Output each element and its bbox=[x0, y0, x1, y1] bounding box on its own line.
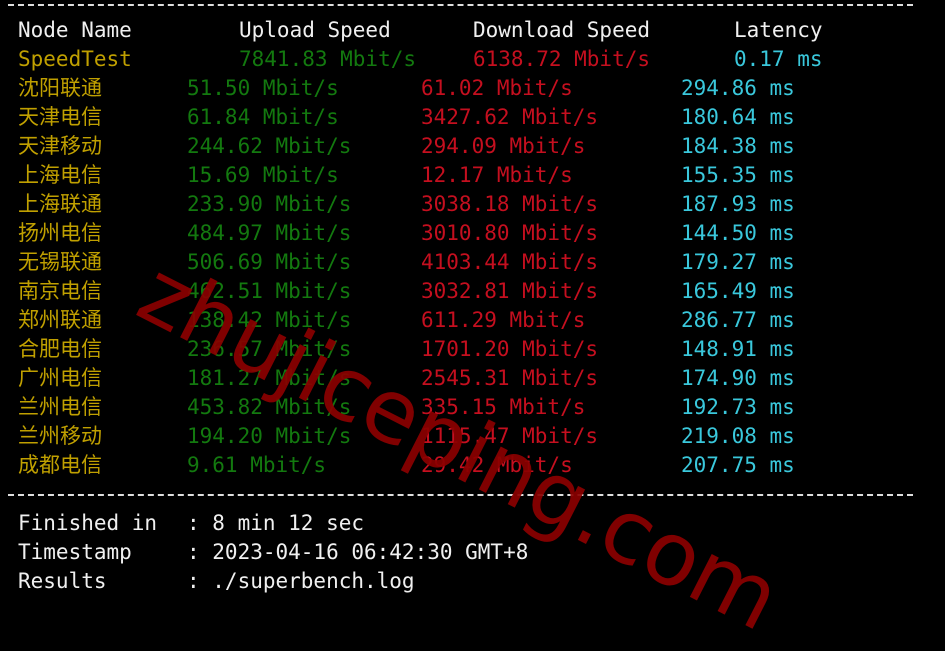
table-row: 合肥电信 236.57 Mbit/s 1701.20 Mbit/s 148.91… bbox=[0, 335, 945, 364]
latency: 155.35 ms bbox=[681, 163, 795, 187]
table-row: 上海联通 233.90 Mbit/s 3038.18 Mbit/s 187.93… bbox=[0, 190, 945, 219]
latency: 165.49 ms bbox=[681, 279, 795, 303]
node-name: 天津电信 bbox=[18, 105, 102, 129]
table-row: 无锡联通 506.69 Mbit/s 4103.44 Mbit/s 179.27… bbox=[0, 248, 945, 277]
summary-label: Timestamp bbox=[18, 540, 132, 564]
latency: 0.17 ms bbox=[734, 47, 823, 71]
node-name: 上海电信 bbox=[18, 163, 102, 187]
latency: 148.91 ms bbox=[681, 337, 795, 361]
summary-value: : ./superbench.log bbox=[187, 569, 415, 593]
node-name: 天津移动 bbox=[18, 134, 102, 158]
download-speed: 3010.80 Mbit/s bbox=[421, 221, 599, 245]
table-row: 广州电信 181.27 Mbit/s 2545.31 Mbit/s 174.90… bbox=[0, 364, 945, 393]
node-name: 扬州电信 bbox=[18, 221, 102, 245]
node-name: 沈阳联通 bbox=[18, 76, 102, 100]
node-name: 兰州电信 bbox=[18, 395, 102, 419]
upload-speed: 453.82 Mbit/s bbox=[187, 395, 352, 419]
download-speed: 29.42 Mbit/s bbox=[421, 453, 573, 477]
download-speed: 1115.47 Mbit/s bbox=[421, 424, 599, 448]
separator-bottom bbox=[8, 494, 913, 496]
download-speed: 1701.20 Mbit/s bbox=[421, 337, 599, 361]
node-name: SpeedTest bbox=[18, 47, 132, 71]
latency: 207.75 ms bbox=[681, 453, 795, 477]
node-name: 广州电信 bbox=[18, 366, 102, 390]
summary-value: : 2023-04-16 06:42:30 GMT+8 bbox=[187, 540, 529, 564]
download-speed: 3032.81 Mbit/s bbox=[421, 279, 599, 303]
latency: 179.27 ms bbox=[681, 250, 795, 274]
upload-speed: 7841.83 Mbit/s bbox=[239, 47, 417, 71]
table-row: 南京电信 462.51 Mbit/s 3032.81 Mbit/s 165.49… bbox=[0, 277, 945, 306]
upload-speed: 233.90 Mbit/s bbox=[187, 192, 352, 216]
summary-label: Results bbox=[18, 569, 107, 593]
download-speed: 61.02 Mbit/s bbox=[421, 76, 573, 100]
header-upload: Upload Speed bbox=[239, 18, 391, 42]
download-speed: 4103.44 Mbit/s bbox=[421, 250, 599, 274]
download-speed: 335.15 Mbit/s bbox=[421, 395, 586, 419]
header-download: Download Speed bbox=[473, 18, 651, 42]
summary-row: Finished in : 8 min 12 sec bbox=[0, 509, 945, 538]
upload-speed: 244.62 Mbit/s bbox=[187, 134, 352, 158]
header-row: Node Name Upload Speed Download Speed La… bbox=[0, 16, 945, 45]
table-row: 沈阳联通 51.50 Mbit/s 61.02 Mbit/s 294.86 ms bbox=[0, 74, 945, 103]
node-name: 上海联通 bbox=[18, 192, 102, 216]
summary-label: Finished in bbox=[18, 511, 158, 535]
download-speed: 2545.31 Mbit/s bbox=[421, 366, 599, 390]
table-row: 兰州电信 453.82 Mbit/s 335.15 Mbit/s 192.73 … bbox=[0, 393, 945, 422]
upload-speed: 51.50 Mbit/s bbox=[187, 76, 339, 100]
node-name: 成都电信 bbox=[18, 453, 102, 477]
table-row: 天津移动 244.62 Mbit/s 294.09 Mbit/s 184.38 … bbox=[0, 132, 945, 161]
latency: 286.77 ms bbox=[681, 308, 795, 332]
summary-value: : 8 min 12 sec bbox=[187, 511, 365, 535]
latency: 144.50 ms bbox=[681, 221, 795, 245]
node-name: 合肥电信 bbox=[18, 337, 102, 361]
upload-speed: 236.57 Mbit/s bbox=[187, 337, 352, 361]
latency: 180.64 ms bbox=[681, 105, 795, 129]
table-row: 天津电信 61.84 Mbit/s 3427.62 Mbit/s 180.64 … bbox=[0, 103, 945, 132]
download-speed: 294.09 Mbit/s bbox=[421, 134, 586, 158]
upload-speed: 9.61 Mbit/s bbox=[187, 453, 327, 477]
latency: 187.93 ms bbox=[681, 192, 795, 216]
latency: 294.86 ms bbox=[681, 76, 795, 100]
upload-speed: 138.42 Mbit/s bbox=[187, 308, 352, 332]
table-row: 扬州电信 484.97 Mbit/s 3010.80 Mbit/s 144.50… bbox=[0, 219, 945, 248]
node-name: 兰州移动 bbox=[18, 424, 102, 448]
download-speed: 12.17 Mbit/s bbox=[421, 163, 573, 187]
speedtest-row: SpeedTest 7841.83 Mbit/s 6138.72 Mbit/s … bbox=[0, 45, 945, 74]
separator-top bbox=[8, 4, 913, 6]
node-name: 南京电信 bbox=[18, 279, 102, 303]
summary-row: Results : ./superbench.log bbox=[0, 567, 945, 596]
node-name: 郑州联通 bbox=[18, 308, 102, 332]
download-speed: 611.29 Mbit/s bbox=[421, 308, 586, 332]
upload-speed: 506.69 Mbit/s bbox=[187, 250, 352, 274]
latency: 192.73 ms bbox=[681, 395, 795, 419]
latency: 174.90 ms bbox=[681, 366, 795, 390]
header-node: Node Name bbox=[18, 18, 132, 42]
download-speed: 6138.72 Mbit/s bbox=[473, 47, 651, 71]
table-row: 郑州联通 138.42 Mbit/s 611.29 Mbit/s 286.77 … bbox=[0, 306, 945, 335]
upload-speed: 181.27 Mbit/s bbox=[187, 366, 352, 390]
node-name: 无锡联通 bbox=[18, 250, 102, 274]
upload-speed: 484.97 Mbit/s bbox=[187, 221, 352, 245]
table-row: 上海电信 15.69 Mbit/s 12.17 Mbit/s 155.35 ms bbox=[0, 161, 945, 190]
upload-speed: 462.51 Mbit/s bbox=[187, 279, 352, 303]
table-row: 兰州移动 194.20 Mbit/s 1115.47 Mbit/s 219.08… bbox=[0, 422, 945, 451]
header-latency: Latency bbox=[734, 18, 823, 42]
latency: 219.08 ms bbox=[681, 424, 795, 448]
download-speed: 3038.18 Mbit/s bbox=[421, 192, 599, 216]
table-row: 成都电信 9.61 Mbit/s 29.42 Mbit/s 207.75 ms bbox=[0, 451, 945, 480]
summary-row: Timestamp : 2023-04-16 06:42:30 GMT+8 bbox=[0, 538, 945, 567]
upload-speed: 194.20 Mbit/s bbox=[187, 424, 352, 448]
latency: 184.38 ms bbox=[681, 134, 795, 158]
download-speed: 3427.62 Mbit/s bbox=[421, 105, 599, 129]
upload-speed: 15.69 Mbit/s bbox=[187, 163, 339, 187]
upload-speed: 61.84 Mbit/s bbox=[187, 105, 339, 129]
